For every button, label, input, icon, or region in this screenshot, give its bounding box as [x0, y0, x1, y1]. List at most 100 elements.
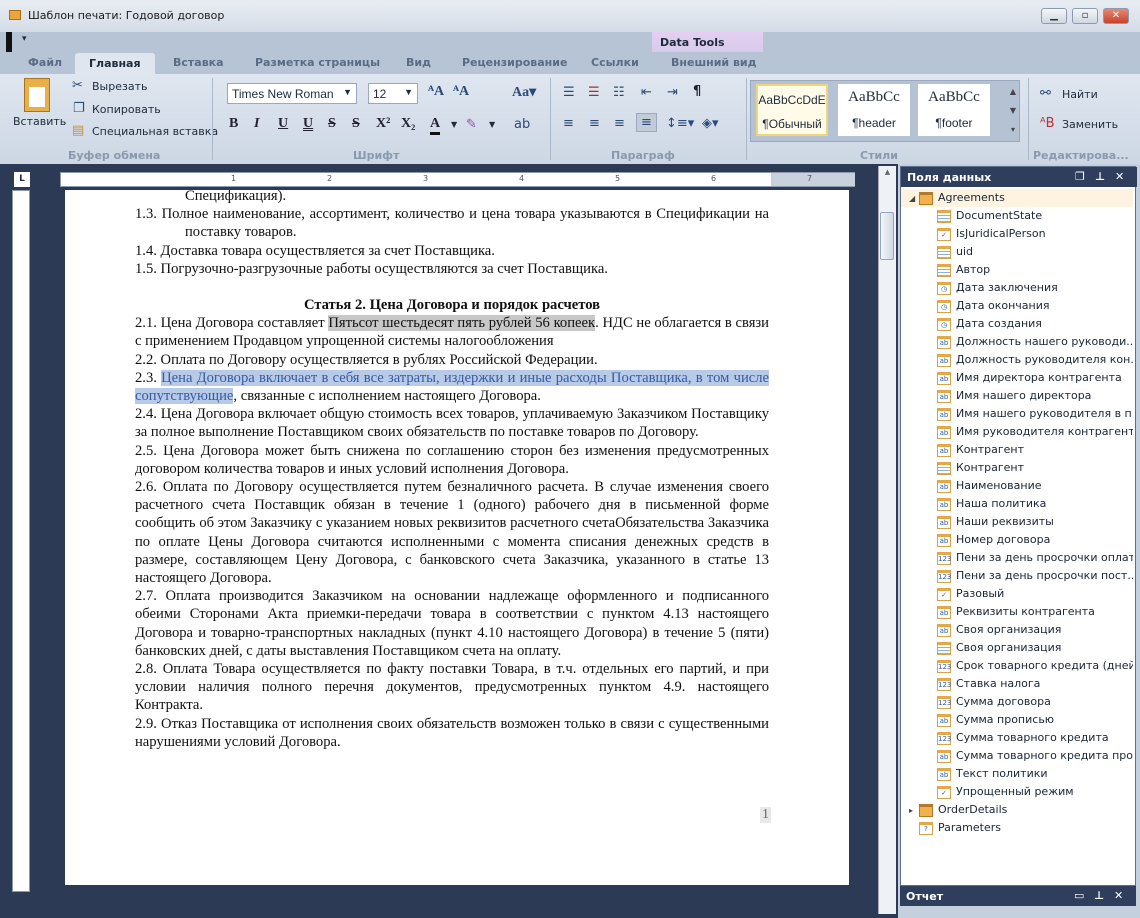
double-underline-button[interactable]: U: [303, 116, 313, 132]
document-page[interactable]: Спецификация). 1.3. Полное наименование, …: [65, 190, 849, 885]
tab-file[interactable]: Файл: [28, 56, 62, 69]
tree-field[interactable]: ✓ Упрощенный режим: [901, 783, 1133, 801]
tree-field[interactable]: ab Наша политика: [901, 495, 1133, 513]
paragraph[interactable]: 2.3. Цена Договора включает в себя все з…: [135, 369, 769, 405]
paragraph[interactable]: Спецификация).: [135, 190, 769, 205]
tab-home[interactable]: Главная: [75, 53, 155, 74]
paragraph[interactable]: 2.6. Оплата по Договору осуществляется п…: [135, 478, 769, 587]
highlight-icon[interactable]: ✎: [466, 117, 477, 132]
paragraph[interactable]: 2.9. Отказ Поставщика от исполнения свои…: [135, 715, 769, 751]
maximize-button[interactable]: ▫: [1072, 8, 1098, 24]
style-normal[interactable]: AaBbCcDdE ¶Обычный: [756, 84, 828, 136]
pin-icon[interactable]: ⊥: [1094, 889, 1104, 902]
horizontal-ruler[interactable]: 1 2 3 4 5 6 7: [60, 172, 855, 187]
tab-selector[interactable]: L: [14, 172, 30, 187]
tree-field[interactable]: 123 Сумма товарного кредита: [901, 729, 1133, 747]
style-footer[interactable]: AaBbCc ¶footer: [918, 84, 990, 136]
shrink-font-button[interactable]: ᴬA: [453, 84, 469, 100]
tree-field[interactable]: ◷ Дата окончания: [901, 297, 1133, 315]
paragraph[interactable]: 2.7. Оплата производится Заказчиком на о…: [135, 587, 769, 660]
align-center-icon[interactable]: ≡: [589, 116, 600, 131]
font-color-button[interactable]: A: [430, 116, 441, 135]
pin-icon[interactable]: ⊥: [1095, 170, 1105, 183]
tree-field[interactable]: Своя организация: [901, 639, 1133, 657]
clear-formatting-icon[interactable]: ab: [514, 117, 530, 132]
strikethrough-button[interactable]: S: [328, 116, 336, 132]
tree-field[interactable]: ab Своя организация: [901, 621, 1133, 639]
tree-field[interactable]: ab Сумма прописью: [901, 711, 1133, 729]
tree-field[interactable]: Контрагент: [901, 459, 1133, 477]
bullets-icon[interactable]: ☰: [563, 85, 575, 100]
document-text[interactable]: Спецификация). 1.3. Полное наименование, …: [135, 190, 769, 751]
font-name-combo[interactable]: Times New Roman ▼: [227, 83, 357, 104]
tab-review[interactable]: Рецензирование: [462, 56, 567, 69]
replace-button[interactable]: Заменить: [1062, 118, 1118, 131]
tree-field[interactable]: ✓ IsJuridicalPerson: [901, 225, 1133, 243]
tree-field[interactable]: 123 Сумма договора: [901, 693, 1133, 711]
expand-icon[interactable]: ▸: [909, 802, 919, 819]
close-button[interactable]: ✕: [1103, 8, 1129, 24]
decrease-indent-icon[interactable]: ⇤: [641, 85, 652, 100]
cut-button[interactable]: Вырезать: [92, 80, 147, 93]
multilevel-list-icon[interactable]: ☷: [613, 85, 625, 100]
tree-field[interactable]: ✓ Разовый: [901, 585, 1133, 603]
paragraph[interactable]: 2.1. Цена Договора составляет Пятьсот ше…: [135, 314, 769, 350]
underline-button[interactable]: U: [278, 116, 288, 132]
collapse-icon[interactable]: ◢: [909, 190, 919, 207]
tree-field[interactable]: ab Сумма товарного кредита про...: [901, 747, 1133, 765]
tab-insert[interactable]: Вставка: [173, 56, 224, 69]
change-case-button[interactable]: Aa▾: [512, 84, 536, 101]
paste-button[interactable]: Вставить: [13, 115, 66, 128]
font-size-combo[interactable]: 12 ▼: [368, 83, 418, 104]
shading-icon[interactable]: ◈▾: [702, 116, 719, 131]
styles-scroll[interactable]: ▲ ▼ ▾: [1006, 82, 1020, 140]
tree-field[interactable]: ab Наименование: [901, 477, 1133, 495]
tree-field[interactable]: ab Имя директора контрагента: [901, 369, 1133, 387]
tree-datasource[interactable]: ▸ OrderDetails: [901, 801, 1133, 819]
chevron-down-icon[interactable]: ▼: [489, 120, 495, 129]
paragraph[interactable]: 1.4. Доставка товара осуществляется за с…: [135, 242, 769, 260]
tab-references[interactable]: Ссылки: [591, 56, 639, 69]
style-header[interactable]: AaBbCc ¶header: [838, 84, 910, 136]
merge-field[interactable]: Пятьсот шестьдесят пять рублей 56 копеек: [328, 315, 596, 332]
tree-field[interactable]: ab Имя руководителя контрагента: [901, 423, 1133, 441]
section-heading[interactable]: Статья 2. Цена Договора и порядок расчет…: [135, 296, 769, 314]
scroll-up-icon[interactable]: ▲: [879, 168, 896, 176]
tree-field[interactable]: ◷ Дата создания: [901, 315, 1133, 333]
tree-field[interactable]: ab Имя нашего руководителя в п...: [901, 405, 1133, 423]
qat-customize-button[interactable]: ▾: [22, 34, 27, 44]
chevron-down-icon[interactable]: ▼: [451, 120, 457, 129]
paragraph[interactable]: 1.5. Погрузочно-разгрузочные работы осущ…: [135, 260, 769, 278]
close-icon[interactable]: ✕: [1114, 889, 1123, 902]
tree-field[interactable]: 123 Пени за день просрочки оплаты: [901, 549, 1133, 567]
subscript-button[interactable]: X₂: [401, 116, 415, 132]
tree-field[interactable]: 123 Ставка налога: [901, 675, 1133, 693]
bold-button[interactable]: B: [229, 116, 238, 132]
vertical-scrollbar[interactable]: ▲: [878, 166, 896, 914]
tree-field[interactable]: uid: [901, 243, 1133, 261]
tree-field[interactable]: ◷ Дата заключения: [901, 279, 1133, 297]
double-strikethrough-button[interactable]: S: [352, 116, 360, 132]
align-left-icon[interactable]: ≡: [563, 116, 574, 131]
tree-field[interactable]: ab Наши реквизиты: [901, 513, 1133, 531]
tree-field[interactable]: ab Должность нашего руководи...: [901, 333, 1133, 351]
pilcrow-icon[interactable]: ¶: [693, 84, 701, 99]
tree-field[interactable]: ab Текст политики: [901, 765, 1133, 783]
tree-field[interactable]: ab Имя нашего директора: [901, 387, 1133, 405]
tab-appearance[interactable]: Внешний вид: [671, 56, 757, 69]
paragraph[interactable]: 2.8. Оплата Товара осуществляется по фак…: [135, 660, 769, 715]
paste-special-button[interactable]: Специальная вставка: [92, 125, 218, 138]
tree-field[interactable]: DocumentState: [901, 207, 1133, 225]
minimize-button[interactable]: ▁: [1041, 8, 1067, 24]
maximize-icon[interactable]: ▭: [1074, 889, 1084, 902]
tree-field[interactable]: Автор: [901, 261, 1133, 279]
increase-indent-icon[interactable]: ⇥: [667, 85, 678, 100]
paragraph[interactable]: 2.2. Оплата по Договору осуществляется в…: [135, 351, 769, 369]
tree-field[interactable]: ab Номер договора: [901, 531, 1133, 549]
tab-view[interactable]: Вид: [406, 56, 431, 69]
copy-button[interactable]: Копировать: [92, 103, 161, 116]
tree-field[interactable]: ab Контрагент: [901, 441, 1133, 459]
paragraph[interactable]: 1.3. Полное наименование, ассортимент, к…: [135, 205, 769, 241]
tree-datasource[interactable]: ◢ Agreements: [901, 189, 1133, 207]
close-icon[interactable]: ✕: [1115, 170, 1124, 183]
